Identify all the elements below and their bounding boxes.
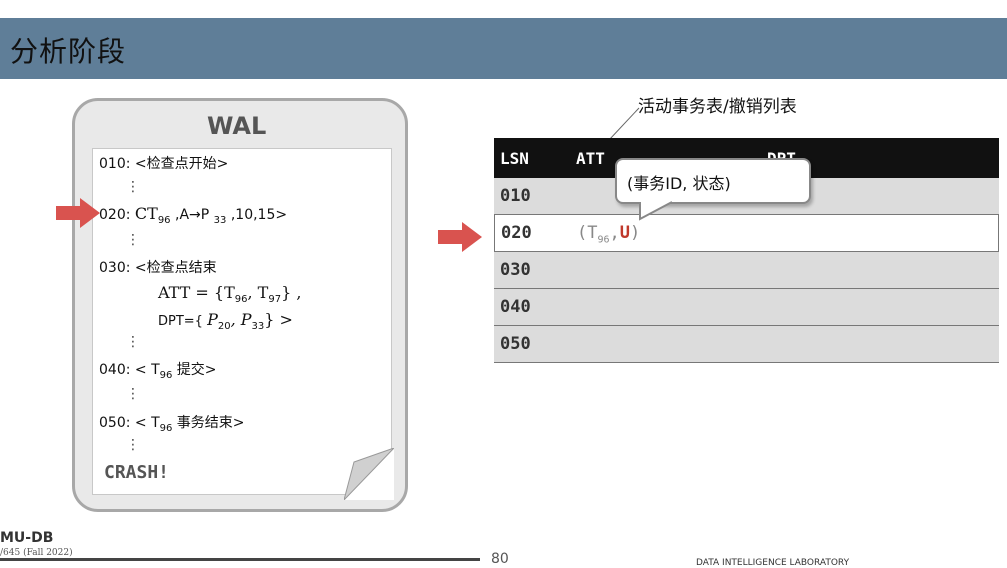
vdots-icon: ⋮	[126, 179, 140, 195]
bubble-text: (事务ID, 状态)	[627, 174, 731, 193]
vdots-icon: ⋮	[126, 437, 140, 453]
footer-course: /645 (Fall 2022)	[0, 548, 73, 558]
wal-title: WAL	[207, 112, 267, 140]
footer-divider	[0, 558, 480, 561]
page-number: 80	[491, 551, 509, 567]
status-badge: U	[619, 223, 631, 243]
wal-line-050: 050: < T96 事务结束>	[99, 415, 245, 434]
vdots-icon: ⋮	[126, 386, 140, 402]
att-callout-label: 活动事务表/撤销列表	[638, 97, 797, 117]
cell-att: (T96,U)	[577, 223, 641, 246]
table-row: 020 (T96,U)	[494, 215, 999, 252]
footer-logo: MU-DB	[0, 530, 54, 546]
wal-line-020: 020: CT96 ,A→P 33 ,10,15>	[99, 204, 288, 226]
header-lsn: LSN	[500, 149, 529, 168]
cell-lsn: 020	[501, 223, 532, 243]
wal-line-010: 010: <检查点开始>	[99, 156, 229, 172]
red-arrow-icon	[56, 198, 100, 228]
wal-dpt-line: DPT={ P20, P33} >	[158, 310, 293, 332]
vdots-icon: ⋮	[126, 334, 140, 350]
red-arrow-icon	[438, 222, 482, 252]
wal-line-040: 040: < T96 提交>	[99, 362, 217, 381]
cell-lsn: 040	[500, 297, 531, 317]
cell-lsn: 010	[500, 186, 531, 206]
page-fold-icon	[344, 448, 394, 500]
table-row: 050	[494, 326, 999, 363]
title-bar: 分析阶段	[0, 18, 1007, 79]
speech-bubble: (事务ID, 状态)	[615, 158, 811, 204]
vdots-icon: ⋮	[126, 232, 140, 248]
wal-line-030: 030: <检查点结束	[99, 260, 217, 276]
header-att: ATT	[576, 149, 605, 168]
table-row: 030	[494, 252, 999, 289]
slide-title: 分析阶段	[10, 35, 127, 68]
cell-lsn: 050	[500, 334, 531, 354]
wal-att-line: ATT = {T96, T97} ,	[158, 283, 302, 305]
cell-lsn: 030	[500, 260, 531, 280]
crash-label: CRASH!	[104, 462, 170, 483]
bubble-tail-icon	[639, 201, 673, 221]
table-row: 040	[494, 289, 999, 326]
